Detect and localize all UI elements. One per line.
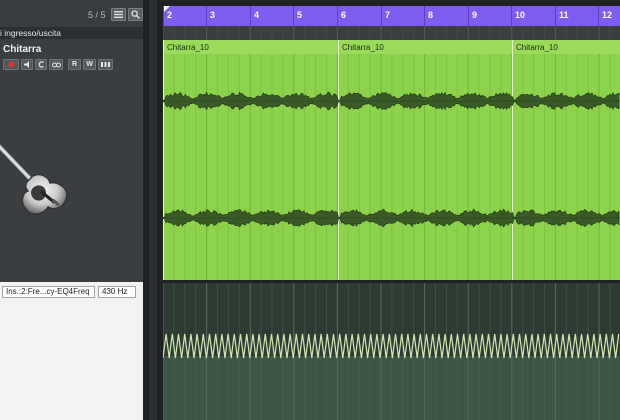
ruler-tick — [424, 6, 425, 26]
ruler-bar-number: 10 — [515, 10, 526, 20]
ruler-bar-number: 12 — [602, 10, 613, 20]
panel-divider[interactable] — [143, 0, 163, 420]
event-label[interactable]: Chitarra_10 — [516, 43, 558, 52]
automation-lane-header: Ins.:2:Fre...cy-EQ4Freq 430 Hz — [0, 282, 143, 420]
ruler-bar-number: 4 — [254, 10, 260, 20]
ruler-tick — [555, 6, 556, 26]
lane-separator — [163, 280, 620, 283]
divider-handle[interactable] — [149, 0, 157, 420]
ruler-bar-number: 9 — [472, 10, 478, 20]
automation-parameter-select[interactable]: Ins.:2:Fre...cy-EQ4Freq — [2, 286, 95, 298]
track-counter: 5 / 5 — [88, 10, 106, 20]
more-controls-button[interactable] — [98, 59, 113, 70]
read-icon: R — [71, 61, 78, 68]
ruler-tick — [293, 6, 294, 26]
read-automation-icon — [38, 61, 44, 68]
list-icon — [114, 11, 123, 18]
ruler-tick — [511, 6, 512, 26]
ruler-tick — [381, 6, 382, 26]
ruler-bar-number: 8 — [428, 10, 434, 20]
write-button[interactable]: W — [83, 59, 96, 70]
ruler-tick — [250, 6, 251, 26]
ruler-bar-number: 11 — [559, 10, 569, 20]
event-label[interactable]: Chitarra_10 — [342, 43, 384, 52]
record-icon — [8, 61, 14, 68]
ruler-bar-number: 6 — [341, 10, 347, 20]
read-automation-button[interactable] — [35, 59, 47, 70]
ruler-tick — [598, 6, 599, 26]
ruler-tick — [206, 6, 207, 26]
guitar-icon — [0, 144, 68, 215]
ruler-tick — [337, 6, 338, 26]
edit-channel-icon — [51, 62, 61, 67]
more-icon — [101, 62, 110, 67]
track-controls: R W — [3, 59, 113, 70]
edit-channel-button[interactable] — [49, 59, 63, 70]
ruler-tick — [468, 6, 469, 26]
track-list-menu-button[interactable] — [111, 8, 126, 21]
read-button[interactable]: R — [68, 59, 81, 70]
event-label[interactable]: Chitarra_10 — [167, 43, 209, 52]
automation-value-field[interactable]: 430 Hz — [98, 286, 136, 298]
io-section-label[interactable]: i ingresso/uscita — [0, 27, 143, 39]
ruler-bar-number: 3 — [210, 10, 216, 20]
automation-fill — [163, 356, 620, 420]
monitor-button[interactable] — [21, 59, 33, 70]
ruler-bar-number: 2 — [167, 10, 173, 20]
write-icon: W — [86, 61, 93, 68]
search-icon — [131, 10, 140, 19]
monitor-icon — [23, 61, 29, 68]
track-list-toolbar: 5 / 5 — [0, 6, 143, 24]
ruler-bar-number: 7 — [385, 10, 391, 20]
track-search-button[interactable] — [128, 8, 143, 21]
arrangement-area[interactable]: Chitarra_10 Chitarra_10 Chitarra_10 — [163, 26, 620, 420]
track-name[interactable]: Chitarra — [3, 44, 41, 55]
ruler-bar-number: 5 — [297, 10, 303, 20]
ruler-tick — [163, 6, 164, 26]
timeline-ruler[interactable]: 2 3 4 5 6 7 8 9 10 11 12 — [163, 6, 620, 26]
track-list-panel: 5 / 5 i ingresso/uscita Chitarra R W Ins… — [0, 0, 143, 420]
record-enable-button[interactable] — [3, 59, 19, 70]
track-header-chitarra[interactable]: Chitarra R W — [0, 40, 143, 280]
